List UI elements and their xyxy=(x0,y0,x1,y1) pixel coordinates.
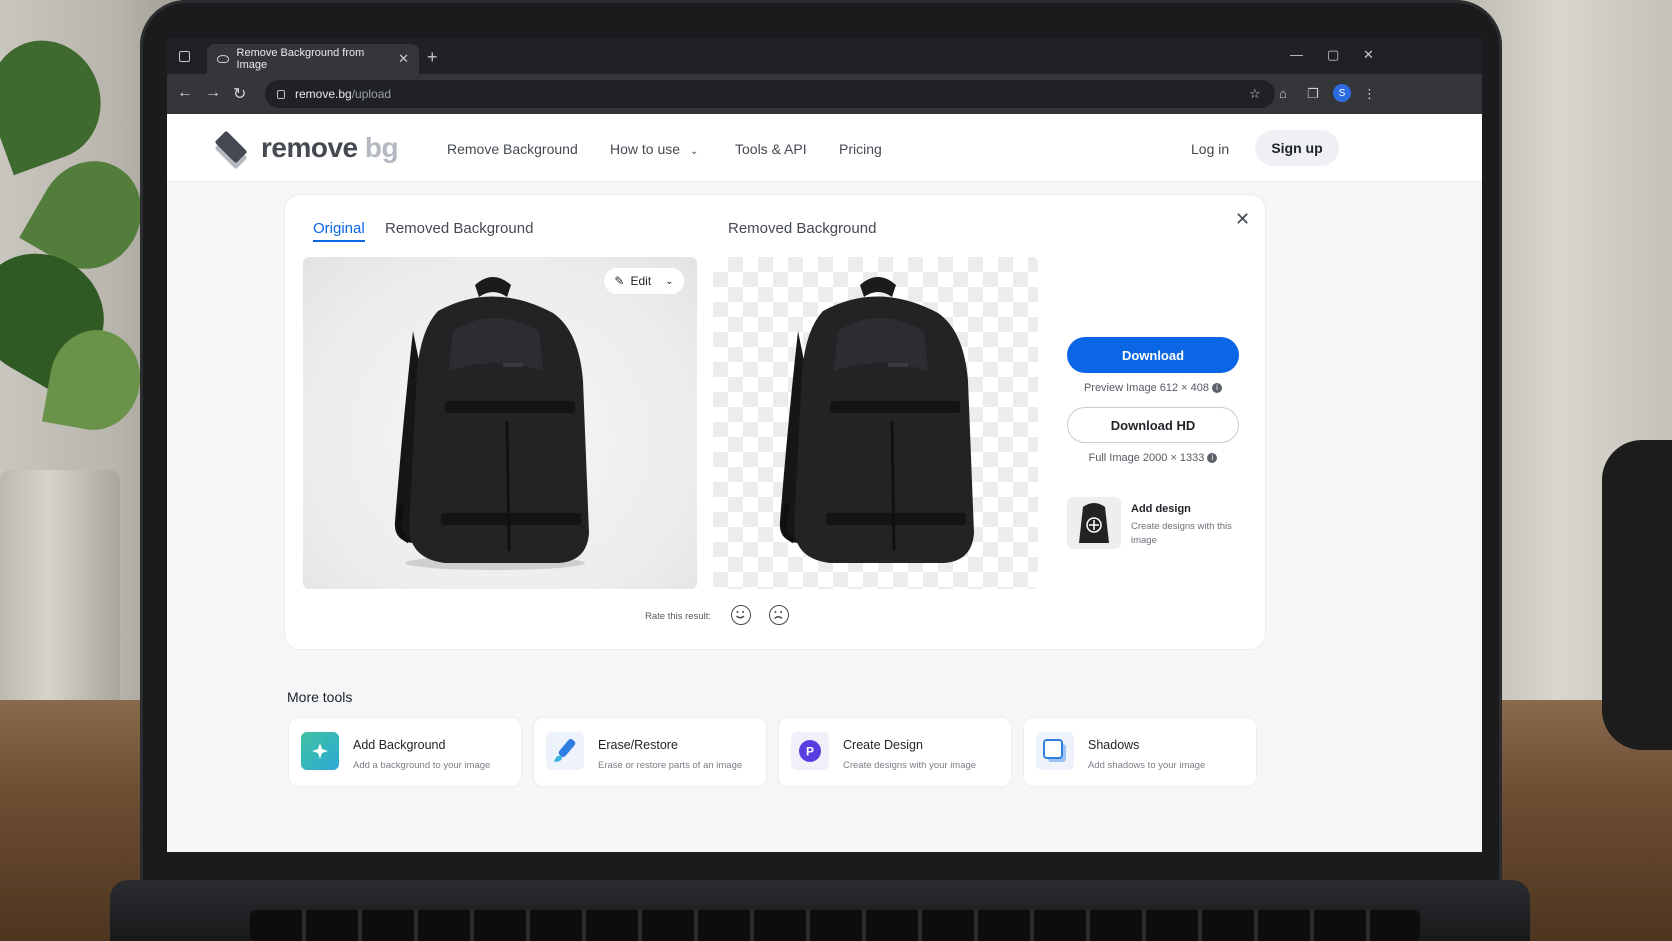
result-card: Original Removed Background Removed Back… xyxy=(284,194,1266,650)
browser-tab-bar: Remove Background from Image ✕ + — ▢ ✕ xyxy=(167,38,1482,74)
tool-name: Create Design xyxy=(843,738,923,752)
removebg-logo[interactable]: remove bg xyxy=(213,130,399,170)
address-bar[interactable]: remove.bg/upload xyxy=(265,80,1275,108)
reload-icon[interactable]: ↻ xyxy=(233,84,246,104)
chevron-down-icon: ⌄ xyxy=(689,146,699,157)
maximize-icon[interactable]: ▢ xyxy=(1327,47,1339,63)
nav-tools-api[interactable]: Tools & API xyxy=(735,141,807,157)
info-icon[interactable]: i xyxy=(1212,383,1223,394)
tool-name: Add Background xyxy=(353,738,446,752)
browser-toolbar: ← → ↻ remove.bg/upload ☆ ⌂ ❐ S ⋮ xyxy=(167,74,1482,114)
nav-how-to-use[interactable]: How to use ⌄ xyxy=(610,141,698,157)
tool-description: Create designs with your image xyxy=(843,760,977,771)
full-image-info: Full Image 2000 × 1333 i xyxy=(1067,452,1239,464)
nav-remove-background[interactable]: Remove Background xyxy=(447,141,578,157)
edit-label: Edit xyxy=(630,274,652,288)
download-hd-button[interactable]: Download HD xyxy=(1067,407,1239,443)
tab-original[interactable]: Original xyxy=(313,220,365,242)
signup-button[interactable]: Sign up xyxy=(1255,130,1339,166)
happy-face-icon[interactable] xyxy=(731,605,751,625)
page-viewport: remove bg Remove Background How to use ⌄… xyxy=(167,114,1482,852)
tool-description: Add a background to your image xyxy=(353,760,491,771)
pencil-icon: ✎ xyxy=(614,274,625,288)
edit-button[interactable]: ✎ Edit ⌄ xyxy=(603,267,685,295)
add-design-title: Add design xyxy=(1131,503,1191,515)
minimize-icon[interactable]: — xyxy=(1290,47,1303,62)
tool-shadows[interactable]: Shadows Add shadows to your image xyxy=(1023,717,1257,787)
logo-wordmark: remove bg xyxy=(261,132,399,163)
back-icon[interactable]: ← xyxy=(177,84,193,102)
shadow-icon xyxy=(1036,732,1074,770)
tool-name: Shadows xyxy=(1088,738,1140,752)
original-image: ✎ Edit ⌄ xyxy=(303,257,697,589)
close-tab-icon[interactable]: ✕ xyxy=(398,51,409,67)
backpack-cutout-image xyxy=(779,277,974,563)
extensions-icon[interactable]: ⌂ xyxy=(1279,86,1287,101)
new-tab-icon[interactable]: + xyxy=(427,47,438,68)
nav-pricing[interactable]: Pricing xyxy=(839,141,882,157)
sad-face-icon[interactable] xyxy=(769,605,789,625)
site-header: remove bg Remove Background How to use ⌄… xyxy=(167,114,1482,182)
preview-image-info: Preview Image 612 × 408 i xyxy=(1067,382,1239,394)
window-close-icon[interactable]: ✕ xyxy=(1363,47,1374,63)
preview-heading: Removed Background xyxy=(728,220,877,237)
add-design-subtitle: Create designs with this image xyxy=(1131,521,1232,546)
tool-erase-restore[interactable]: Erase/Restore Erase or restore parts of … xyxy=(533,717,767,787)
tool-name: Erase/Restore xyxy=(598,738,678,752)
add-design-thumbnail xyxy=(1067,497,1121,549)
download-button[interactable]: Download xyxy=(1067,337,1239,373)
speaker xyxy=(1602,440,1672,750)
tab-removed-background[interactable]: Removed Background xyxy=(385,220,533,237)
profile-avatar[interactable]: S xyxy=(1333,84,1351,102)
tool-add-background[interactable]: Add Background Add a background to your … xyxy=(288,717,522,787)
side-panel-icon[interactable]: ❐ xyxy=(1307,86,1319,102)
laptop-keys xyxy=(250,910,1420,941)
rate-label: Rate this result: xyxy=(645,611,711,622)
tool-description: Erase or restore parts of an image xyxy=(598,760,743,771)
tab-title: Remove Background from Image xyxy=(236,47,365,71)
chevron-down-icon[interactable]: ⌄ xyxy=(665,276,673,287)
laptop-screen: Remove Background from Image ✕ + — ▢ ✕ ←… xyxy=(167,38,1482,852)
removed-background-image xyxy=(713,257,1038,589)
more-tools-title: More tools xyxy=(287,689,353,705)
browser-tab[interactable]: Remove Background from Image ✕ xyxy=(207,44,419,74)
tab-search-icon[interactable] xyxy=(179,51,190,62)
removebg-favicon-icon xyxy=(217,55,229,63)
brush-icon xyxy=(546,732,584,770)
info-icon[interactable]: i xyxy=(1207,453,1218,464)
browser-menu-icon[interactable]: ⋮ xyxy=(1363,86,1376,102)
add-design-card[interactable]: Add design Create designs with this imag… xyxy=(1067,497,1247,553)
url-text: remove.bg/upload xyxy=(295,87,392,101)
site-info-icon[interactable] xyxy=(277,89,285,99)
bookmark-star-icon[interactable]: ☆ xyxy=(1249,86,1261,102)
design-app-icon: P xyxy=(791,732,829,770)
close-icon[interactable]: ✕ xyxy=(1235,209,1250,230)
login-link[interactable]: Log in xyxy=(1191,141,1229,157)
svg-text:P: P xyxy=(806,745,814,759)
backpack-image xyxy=(394,277,589,570)
forward-icon[interactable]: → xyxy=(205,84,221,102)
add-background-icon xyxy=(301,732,339,770)
logo-layers-icon xyxy=(213,130,251,170)
tool-create-design[interactable]: P Create Design Create designs with your… xyxy=(778,717,1012,787)
tool-description: Add shadows to your image xyxy=(1088,760,1206,771)
